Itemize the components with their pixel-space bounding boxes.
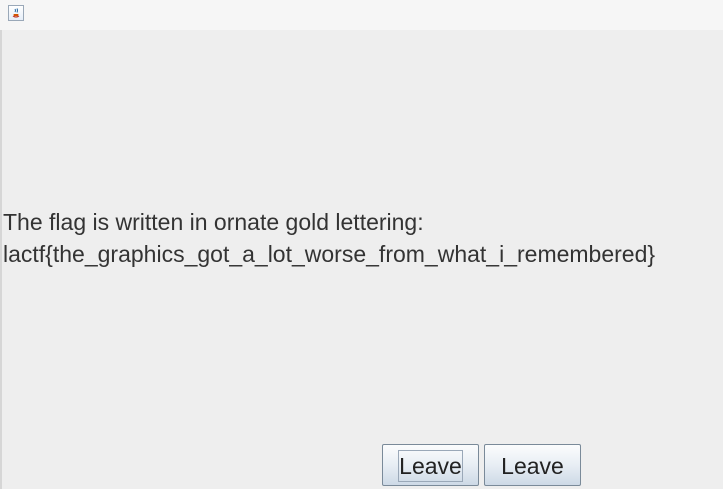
title-bar[interactable] [0,0,723,30]
dialog-message: The flag is written in ornate gold lette… [3,206,655,270]
flag-text: lactf{the_graphics_got_a_lot_worse_from_… [3,241,656,267]
dialog-window: The flag is written in ornate gold lette… [0,0,723,489]
leave-button-secondary[interactable]: Leave [484,444,581,486]
leave-button-label: Leave [399,453,462,479]
leave-button[interactable]: Leave [382,444,479,486]
leave-button-label: Leave [501,453,564,479]
message-line: The flag is written in ornate gold lette… [3,209,424,235]
window-border [0,0,2,489]
java-coffee-icon [8,5,24,21]
